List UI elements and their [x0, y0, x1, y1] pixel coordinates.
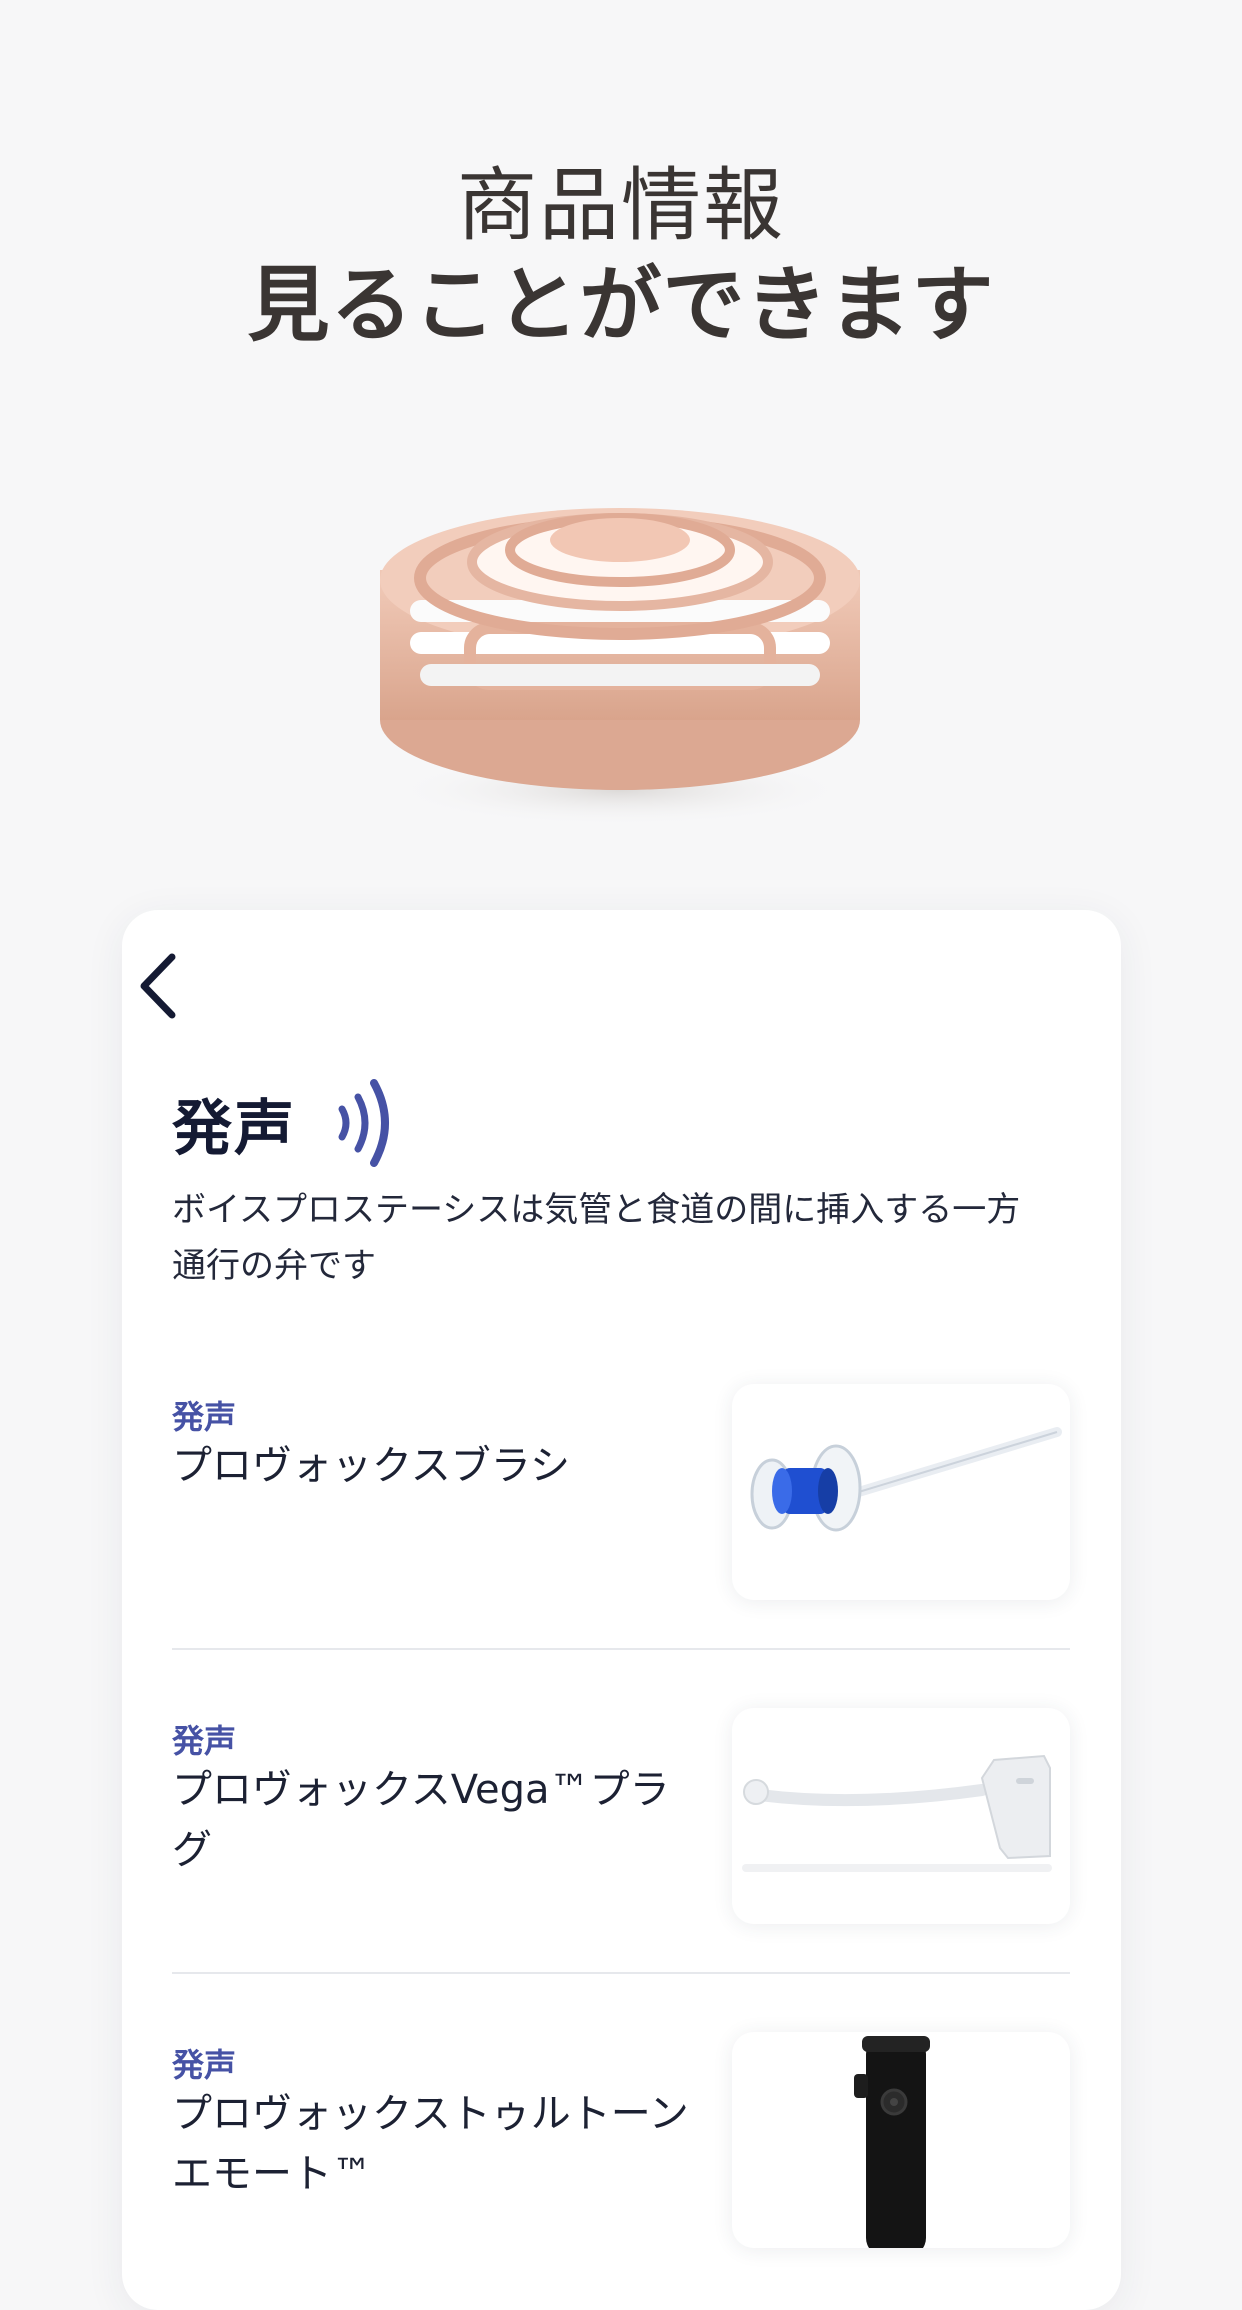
hero-title-line1: 商品情報 — [457, 159, 785, 252]
product-item-brush[interactable]: 発声 プロヴォックスブラシ — [172, 1384, 1070, 1600]
emote-device-image — [854, 2036, 930, 2248]
back-button[interactable] — [128, 946, 188, 1026]
hero-title-line2: 見ることができます — [247, 258, 995, 353]
product-thumbnail — [732, 2032, 1070, 2248]
section-title: 発声 — [172, 1093, 296, 1164]
product-category: 発声 — [172, 2046, 237, 2084]
sound-waves-icon — [338, 1079, 389, 1167]
product-category: 発声 — [172, 1722, 237, 1760]
section-description: ボイスプロステーシスは気管と食道の間に挿入する一方通行の弁です — [172, 1190, 1021, 1286]
brush-image — [750, 1427, 1062, 1532]
product-item-vega-plug[interactable]: 発声 プロヴォックスVega™プラグ — [172, 1708, 1070, 1924]
plug-image — [742, 1754, 1052, 1872]
product-name: プロヴォックスVega™プラグ — [172, 1767, 670, 1873]
product-item-trutone-emote[interactable]: 発声 プロヴォックストゥルトーンエモート™ — [172, 2032, 1070, 2248]
divider — [172, 1648, 1070, 1650]
product-thumbnail — [732, 1384, 1070, 1600]
chevron-left-icon — [140, 953, 176, 1019]
divider — [172, 1972, 1070, 1974]
section-header: 発声 — [172, 1078, 400, 1168]
product-category: 発声 — [172, 1398, 237, 1436]
voice-prosthesis-image — [380, 508, 860, 826]
product-thumbnail — [732, 1708, 1070, 1924]
product-name: プロヴォックスブラシ — [172, 1443, 570, 1489]
product-name: プロヴォックストゥルトーンエモート™ — [172, 2091, 689, 2197]
hero-title: 商品情報 見ることができます — [0, 158, 1242, 358]
